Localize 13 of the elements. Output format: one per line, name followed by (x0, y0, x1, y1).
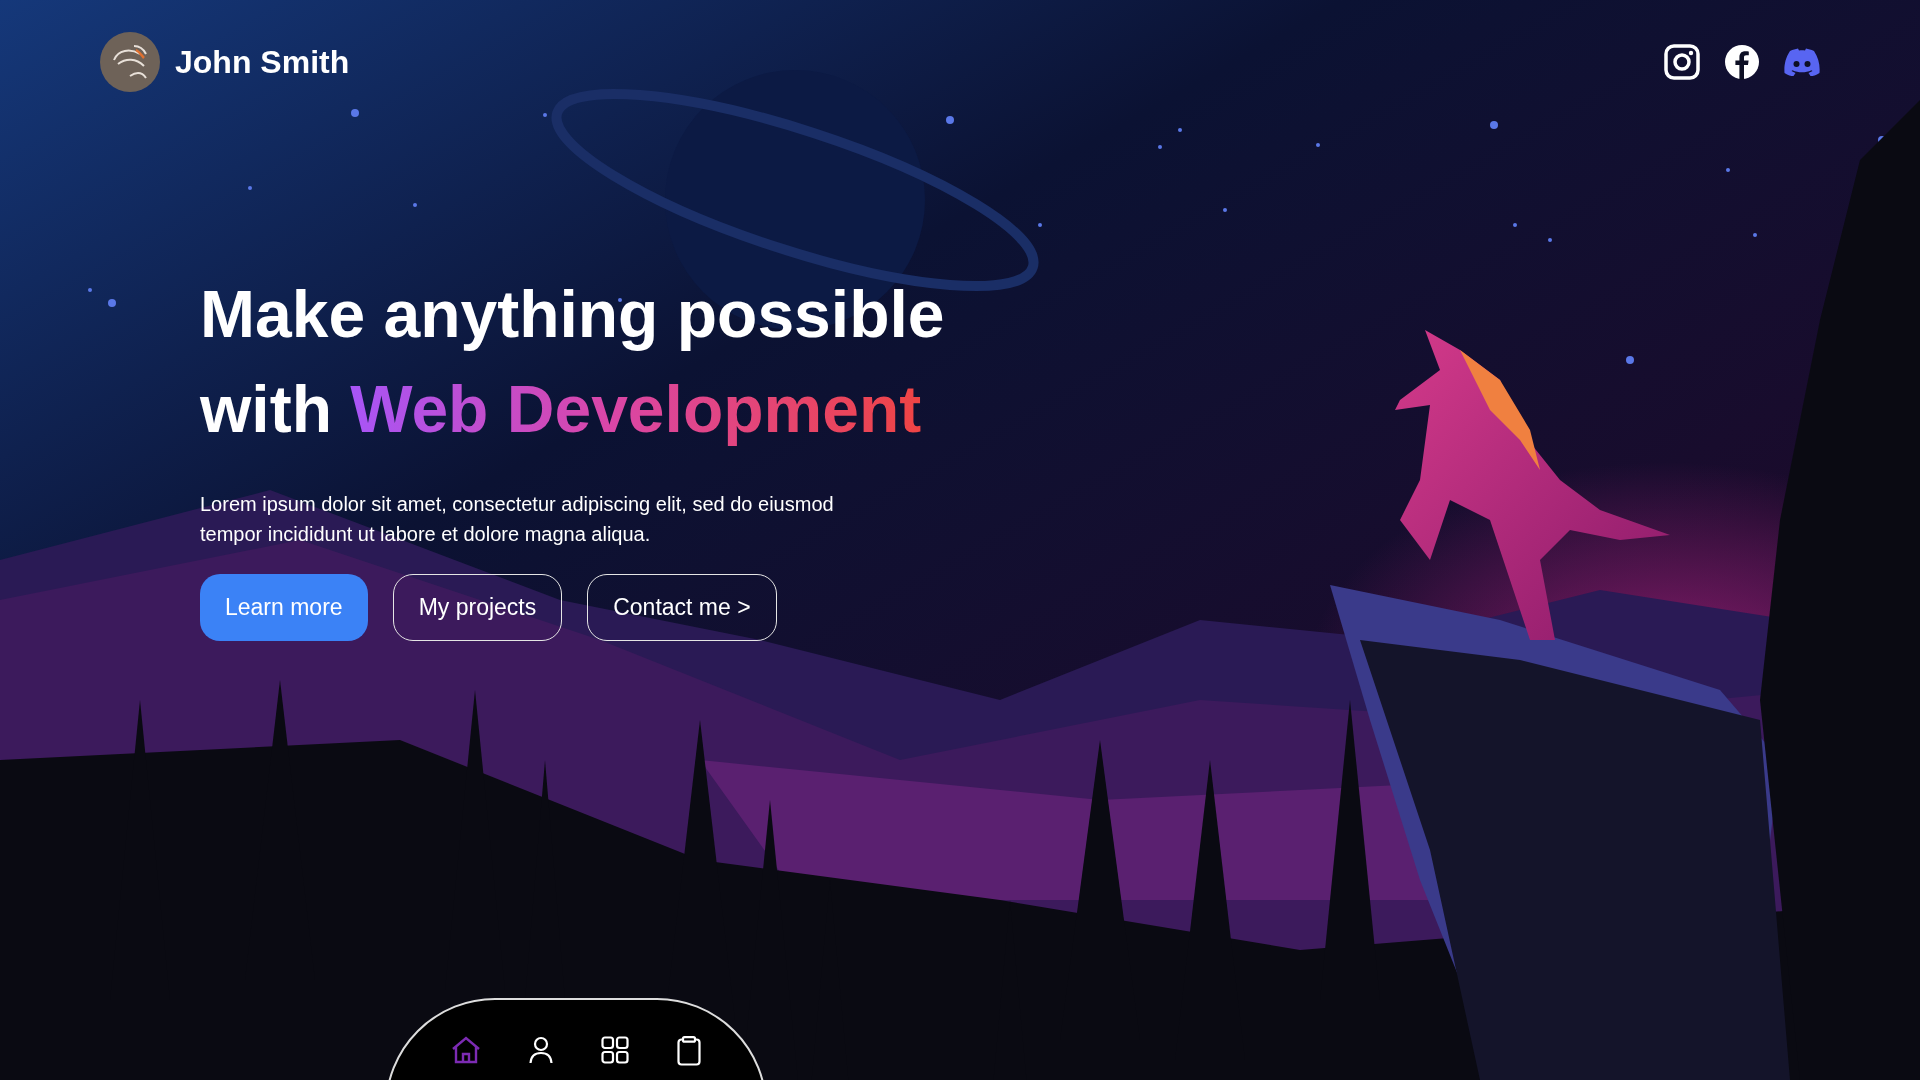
hero-description: Lorem ipsum dolor sit amet, consectetur adipiscing elit, sed do eiusmod tempor incididunt ut labore et dolore magna aliqua. (200, 492, 835, 547)
home-icon[interactable] (451, 1036, 481, 1064)
outline-button[interactable]: Contact me > (587, 574, 777, 641)
outline-button[interactable]: My projects (392, 574, 563, 641)
grid-icon[interactable] (601, 1036, 629, 1064)
site-owner-name: John Smith (175, 43, 350, 81)
instagram-icon[interactable] (1664, 44, 1700, 80)
clipboard-icon[interactable] (677, 1036, 701, 1066)
user-icon[interactable] (529, 1036, 553, 1064)
learn-more-button[interactable]: Learn more (200, 574, 368, 641)
hero-heading: Make anything possible with Web Development (200, 276, 946, 448)
facebook-icon[interactable] (1724, 44, 1760, 80)
discord-icon[interactable] (1784, 48, 1820, 76)
